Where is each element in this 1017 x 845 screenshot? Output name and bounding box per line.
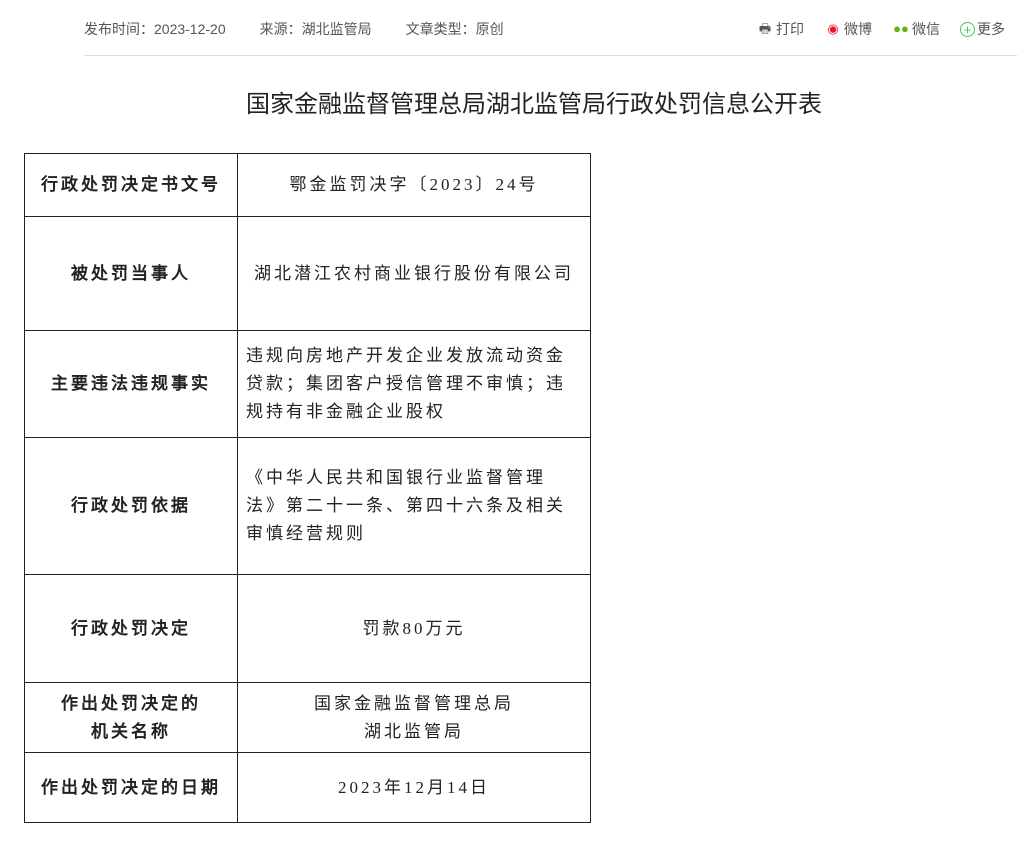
row-label: 作出处罚决定的日期 [24,752,238,823]
table-row: 被处罚当事人 湖北潜江农村商业银行股份有限公司 [24,216,591,331]
article-meta: 发布时间：2023-12-20 来源：湖北监管局 文章类型：原创 [84,19,504,39]
row-label-line: 行政处罚决定书文号 [41,175,221,194]
row-label: 主要违法违规事实 [24,330,238,438]
wechat-button[interactable]: ●● 微信 [892,19,940,39]
table-row: 行政处罚决定书文号 鄂金监罚决字〔2023〕24号 [24,153,591,217]
row-value-line: 湖北潜江农村商业银行股份有限公司 [254,263,574,283]
table-row: 行政处罚决定 罚款80万元 [24,574,591,683]
row-value: 2023年12月14日 [237,752,591,823]
weibo-icon: ◉ [827,21,839,36]
row-value-line: 审慎经营规则 [246,524,366,543]
row-value: 违规向房地产开发企业发放流动资金 贷款；集团客户授信管理不审慎；违 规持有非金融企业… [237,330,591,438]
row-value-line: 贷款；集团客户授信管理不审慎；违 [246,374,566,393]
row-label: 作出处罚决定的 机关名称 [24,682,238,753]
row-label-line: 行政处罚决定 [71,618,191,638]
weibo-button[interactable]: ◉ 微博 [824,19,872,39]
row-value-line: 国家金融监督管理总局 [314,693,514,713]
wechat-icon: ●● [893,21,909,36]
row-label-line: 主要违法违规事实 [51,374,211,393]
row-label: 被处罚当事人 [24,216,238,331]
row-value-line: 2023年12月14日 [338,777,490,797]
row-label-line: 行政处罚依据 [71,496,191,515]
row-value-line: 湖北监管局 [364,721,464,741]
table-row: 行政处罚依据 《中华人民共和国银行业监督管理法》第二十一条、第四十六条及相关 审慎经… [24,437,591,575]
row-value: 《中华人民共和国银行业监督管理法》第二十一条、第四十六条及相关 审慎经营规则 [237,437,591,575]
row-value: 罚款80万元 [237,574,591,683]
row-value-line: 罚款80万元 [362,618,466,638]
more-button[interactable]: + 更多 [960,19,1005,39]
divider [84,55,1017,56]
row-value-line: 《中华人民共和国银行业监督管理 [246,468,546,487]
row-value: 国家金融监督管理总局 湖北监管局 [237,682,591,753]
row-value-line: 鄂金监罚决字〔2023〕24号 [289,175,539,194]
row-value-line: 规持有非金融企业股权 [246,402,446,421]
table-row: 作出处罚决定的日期 2023年12月14日 [24,752,591,823]
row-value: 湖北潜江农村商业银行股份有限公司 [237,216,591,331]
row-value-line: 违规向房地产开发企业发放流动资金 [246,346,566,365]
penalty-info-table: 行政处罚决定书文号 鄂金监罚决字〔2023〕24号被处罚当事人 湖北潜江农村商业银行… [24,153,591,823]
row-label: 行政处罚决定 [24,574,238,683]
source: 来源：湖北监管局 [259,21,372,37]
row-label: 行政处罚依据 [24,437,238,575]
printer-icon: 🖶 [758,21,772,36]
row-label-line: 机关名称 [91,721,171,741]
row-label-line: 被处罚当事人 [71,263,191,283]
row-value-line: 法》第二十一条、第四十六条及相关 [246,496,566,515]
publish-date: 发布时间：2023-12-20 [84,21,226,37]
row-label-line: 作出处罚决定的 [61,693,201,713]
table-row: 作出处罚决定的 机关名称 国家金融监督管理总局 湖北监管局 [24,682,591,753]
page-title: 国家金融监督管理总局湖北监管局行政处罚信息公开表 [246,91,822,118]
article-type: 文章类型：原创 [405,21,504,37]
plus-circle-icon: + [960,21,975,37]
row-label: 行政处罚决定书文号 [24,153,238,217]
row-value: 鄂金监罚决字〔2023〕24号 [237,153,591,217]
print-button[interactable]: 🖶 打印 [756,19,804,39]
share-bar: 🖶 打印 ◉ 微博 ●● 微信 + 更多 [756,19,1005,39]
table-row: 主要违法违规事实 违规向房地产开发企业发放流动资金 贷款；集团客户授信管理不审慎；违… [24,330,591,438]
row-label-line: 作出处罚决定的日期 [41,777,221,797]
